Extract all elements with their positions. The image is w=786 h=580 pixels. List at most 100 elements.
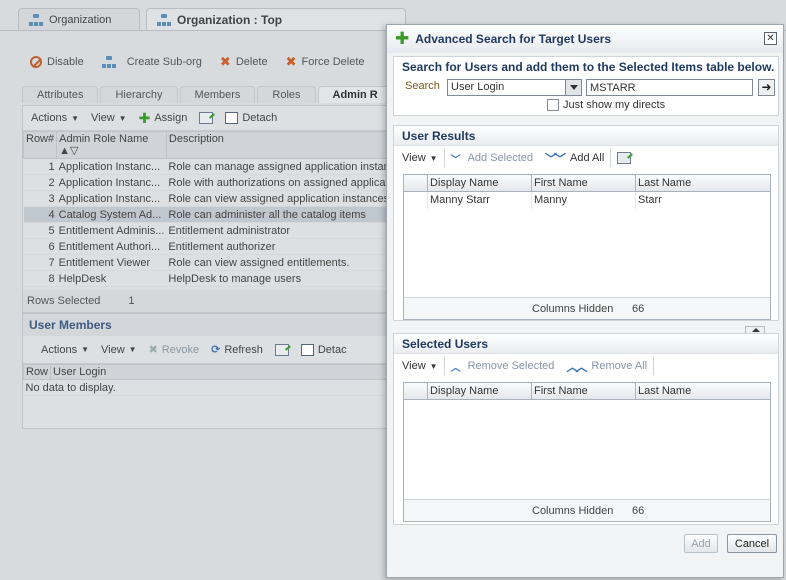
actions-label: Actions [41,343,78,356]
cell-admin-role-name: Application Instanc... [56,158,167,175]
col-first-name[interactable]: First Name [532,383,636,399]
search-input[interactable] [586,79,753,96]
rows-selected-value: 1 [128,295,135,307]
tab-label: Organization : Top [177,12,283,27]
view-menu[interactable]: View ▼ [402,360,438,372]
delete-button[interactable]: ✖ Delete [220,54,268,70]
view-menu[interactable]: View ▼ [402,152,438,164]
tab-organization[interactable]: Organization [18,8,140,30]
disable-button[interactable]: Disable [30,56,84,68]
detach-icon [225,112,239,124]
add-selected-button[interactable]: ﹀ Add Selected [451,151,533,166]
edit-icon[interactable] [199,112,214,124]
sort-icon[interactable]: ▲▽ [59,145,78,157]
chevron-down-icon[interactable] [565,80,581,95]
org-toolbar: Disable Create Sub-org ✖ Delete ✖ Force De… [30,54,365,70]
table-row[interactable]: 5 Entitlement Adminis... Entitlement admin… [23,222,404,239]
cell-description: HelpDesk to manage users [166,270,404,287]
view-menu[interactable]: View ▼ [91,112,127,124]
col-last-name[interactable]: Last Name [636,383,770,399]
user-members-toolbar: Actions ▼ View ▼ ✖ Revoke ⟳ Refresh Detac [23,336,391,364]
table-row[interactable]: 8 HelpDesk HelpDesk to manage users [23,270,404,287]
tab-label: Organization [49,13,112,26]
search-label: Search [405,80,440,92]
table-row[interactable]: 2 Application Instanc... Role with authori… [23,174,404,191]
close-icon[interactable]: ✕ [764,32,777,45]
chevron-down-icon: ▼ [118,113,127,123]
refresh-button[interactable]: ⟳ Refresh [211,343,263,357]
detach-label: Detac [317,343,347,356]
col-admin-role-name[interactable]: Admin Role Name ▲▽ [56,131,167,159]
force-delete-icon: ✖ [285,54,297,69]
tab-members[interactable]: Members [179,86,256,103]
chevron-down-icon: ﹀ [450,154,461,166]
just-directs-label: Just show my directs [563,99,666,111]
table-row[interactable]: 3 Application Instanc... Role can view ass… [23,190,404,207]
assign-button[interactable]: ✚ Assign [139,111,188,125]
add-all-button[interactable]: ﹀﹀ Add All [545,150,604,167]
edit-icon[interactable] [274,343,289,356]
user-results-section: User Results View ▼ ﹀ Add Selected ﹀﹀ Add A… [393,125,779,321]
user-members-table: Row User Login No data to display. [22,364,391,396]
col-row[interactable]: Row# [22,131,58,159]
remove-selected-button[interactable]: ︿ Remove Selected [451,359,555,374]
col-display-name[interactable]: Display Name [428,175,532,191]
table-row[interactable]: 1 Application Instanc... Role can manage a… [23,158,404,175]
actions-menu[interactable]: Actions ▼ [41,344,89,356]
table-header: Display Name First Name Last Name [404,175,770,192]
search-go-button[interactable]: ➜ [758,79,775,96]
cell-last-name: Starr [638,194,662,206]
col-selector [404,383,428,399]
organization-icon [157,13,171,26]
splitter-collapse-handle[interactable] [745,326,765,333]
tab-admin-roles[interactable]: Admin R [317,86,393,103]
arrow-right-icon: ➜ [761,80,772,94]
org-subtabs: Attributes Hierarchy Members Roles Admin… [22,86,395,103]
user-results-title: User Results [394,126,778,146]
search-field-select[interactable]: User Login [447,79,582,96]
cell-description: Role can administer all the catalog item… [166,206,404,223]
toolbar-separator [610,149,612,167]
organization-icon [29,13,43,26]
add-button[interactable]: Add [684,534,718,553]
revoke-label: Revoke [161,343,200,356]
remove-all-button[interactable]: ︿︿ Remove All [566,358,647,375]
detach-label: Detach [242,112,278,124]
detach-button[interactable]: Detac [300,343,347,356]
just-directs-checkbox[interactable] [547,99,559,111]
cell-admin-role-name: HelpDesk [56,270,167,287]
selected-users-section: Selected Users View ▼ ︿ Remove Selected ︿︿… [393,333,779,525]
cancel-button[interactable]: Cancel [727,534,777,553]
force-delete-button[interactable]: ✖ Force Delete [286,54,365,70]
table-row[interactable]: 7 Entitlement Viewer Role can view assigne… [23,254,404,271]
view-label: View [402,152,426,164]
tab-roles[interactable]: Roles [257,86,316,103]
col-display-name[interactable]: Display Name [428,383,532,399]
tab-hierarchy[interactable]: Hierarchy [100,86,178,103]
columns-hidden-value: 66 [632,505,645,517]
refresh-label: Refresh [224,343,263,356]
refresh-icon: ⟳ [211,344,221,356]
row-selector[interactable] [404,192,428,209]
double-chevron-up-icon: ︿︿ [566,359,587,374]
tab-organization-top[interactable]: Organization : Top [146,8,406,30]
col-row[interactable]: Row [22,364,52,380]
edit-icon[interactable] [617,152,632,164]
table-row[interactable]: Manny Starr Manny Starr [404,192,770,209]
table-row[interactable]: 4 Catalog System Ad... Role can administer… [23,206,404,223]
create-suborg-button[interactable]: Create Sub-org [101,56,202,68]
col-first-name[interactable]: First Name [532,175,636,191]
tab-attributes[interactable]: Attributes [22,86,99,103]
detach-button[interactable]: Detach [225,112,277,124]
actions-menu[interactable]: Actions ▼ [31,112,79,124]
col-last-name[interactable]: Last Name [636,175,770,191]
add-all-label: Add All [570,152,605,164]
table-row[interactable]: 6 Entitlement Authori... Entitlement autho… [23,238,404,255]
view-menu[interactable]: View ▼ [101,344,137,356]
detach-icon [300,343,314,356]
cell-admin-role-name: Entitlement Viewer [56,254,167,271]
col-description[interactable]: Description [165,131,404,159]
col-user-login[interactable]: User Login [50,364,391,380]
admin-roles-table: Row# Admin Role Name ▲▽ Description 1 App… [22,131,404,287]
revoke-button[interactable]: ✖ Revoke [149,343,200,357]
